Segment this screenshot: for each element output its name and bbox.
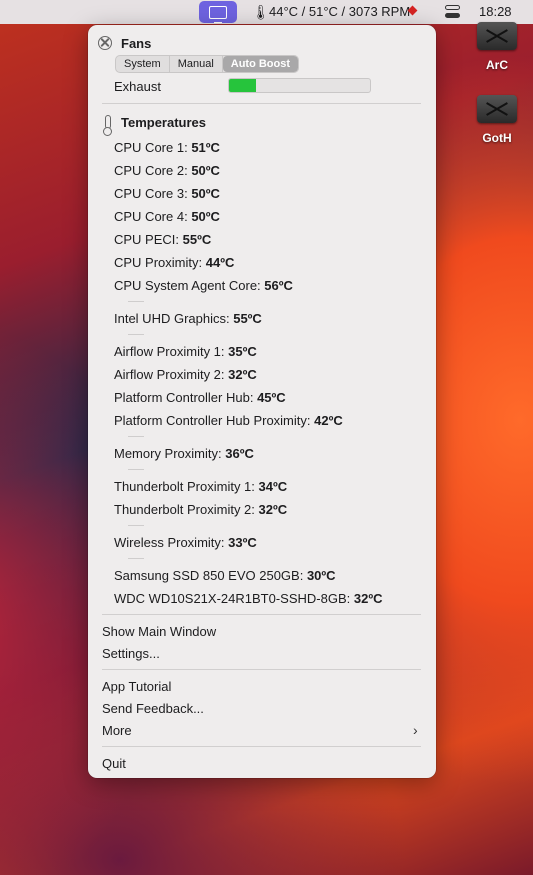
fan-mode-selector[interactable]: System Manual Auto Boost	[115, 55, 300, 73]
sensor-row[interactable]: Samsung SSD 850 EVO 250GB: 30ºC	[114, 568, 336, 583]
desktop-item-label: GotH	[482, 131, 512, 145]
sensor-row[interactable]: Intel UHD Graphics: 55ºC	[114, 311, 262, 326]
sensor-row[interactable]: Airflow Proximity 1: 35ºC	[114, 344, 257, 359]
desktop-item-label: ArC	[485, 58, 508, 72]
fan-mode-auto-boost[interactable]: Auto Boost	[222, 56, 299, 72]
thermometer-icon	[103, 115, 112, 136]
sensor-row[interactable]: Platform Controller Hub: 45ºC	[114, 390, 286, 405]
desktop-drive-goth[interactable]: GotH	[467, 95, 527, 145]
sensor-row[interactable]: Thunderbolt Proximity 2: 32ºC	[114, 502, 287, 517]
fan-mode-system[interactable]: System	[116, 56, 170, 72]
sensor-row[interactable]: Memory Proximity: 36ºC	[114, 446, 254, 461]
menu-bar: 🌡 44°C / 51°C / 3073 RPM 18:28	[0, 0, 533, 24]
group-divider	[128, 469, 144, 470]
separator	[102, 614, 421, 615]
sensor-row[interactable]: CPU Core 3: 50ºC	[114, 186, 220, 201]
fan-mode-manual[interactable]: Manual	[170, 56, 223, 72]
fan-exhaust-label: Exhaust	[114, 79, 161, 94]
fans-section-title: Fans	[121, 36, 152, 51]
separator	[102, 746, 421, 747]
sensor-row[interactable]: CPU Core 2: 50ºC	[114, 163, 220, 178]
sensor-row[interactable]: Platform Controller Hub Proximity: 42ºC	[114, 413, 343, 428]
sensor-row[interactable]: CPU Core 1: 51ºC	[114, 140, 220, 155]
separator	[102, 103, 421, 104]
sensor-row[interactable]: CPU Proximity: 44ºC	[114, 255, 234, 270]
sensor-row[interactable]: Wireless Proximity: 33ºC	[114, 535, 257, 550]
chevron-right-icon: ›	[413, 722, 418, 738]
sensor-row[interactable]: CPU System Agent Core: 56ºC	[114, 278, 293, 293]
sensor-row[interactable]: CPU Core 4: 50ºC	[114, 209, 220, 224]
group-divider	[128, 558, 144, 559]
show-main-window-item[interactable]: Show Main Window	[102, 624, 216, 639]
group-divider	[128, 436, 144, 437]
app-tutorial-item[interactable]: App Tutorial	[102, 679, 171, 694]
temperatures-section-title: Temperatures	[121, 115, 207, 130]
app-screen-icon[interactable]	[199, 1, 237, 23]
group-divider	[128, 301, 144, 302]
fan-icon	[98, 36, 112, 50]
sensor-row[interactable]: CPU PECI: 55ºC	[114, 232, 211, 247]
group-divider	[128, 525, 144, 526]
settings-item[interactable]: Settings...	[102, 646, 160, 661]
separator	[102, 669, 421, 670]
sensor-row[interactable]: Airflow Proximity 2: 32ºC	[114, 367, 257, 382]
thermometer-icon: 🌡	[252, 4, 270, 20]
group-divider	[128, 334, 144, 335]
desktop-drive-arc[interactable]: ArC	[467, 22, 527, 72]
sensor-row[interactable]: WDC WD10S21X-24R1BT0-SSHD-8GB: 32ºC	[114, 591, 382, 606]
status-menu: Fans System Manual Auto Boost Exhaust Te…	[88, 25, 436, 778]
menu-bar-clock[interactable]: 18:28	[479, 4, 512, 19]
fan-exhaust-level-bar	[228, 78, 371, 93]
control-center-icon[interactable]	[445, 5, 460, 19]
drive-icon	[477, 95, 517, 123]
fan-exhaust-level-fill	[229, 79, 256, 92]
sensor-row[interactable]: Thunderbolt Proximity 1: 34ºC	[114, 479, 287, 494]
menu-bar-temperature-readout[interactable]: 44°C / 51°C / 3073 RPM	[269, 4, 410, 19]
send-feedback-item[interactable]: Send Feedback...	[102, 701, 204, 716]
drive-icon	[477, 22, 517, 50]
more-item[interactable]: More	[102, 723, 132, 738]
quit-item[interactable]: Quit	[102, 756, 126, 771]
